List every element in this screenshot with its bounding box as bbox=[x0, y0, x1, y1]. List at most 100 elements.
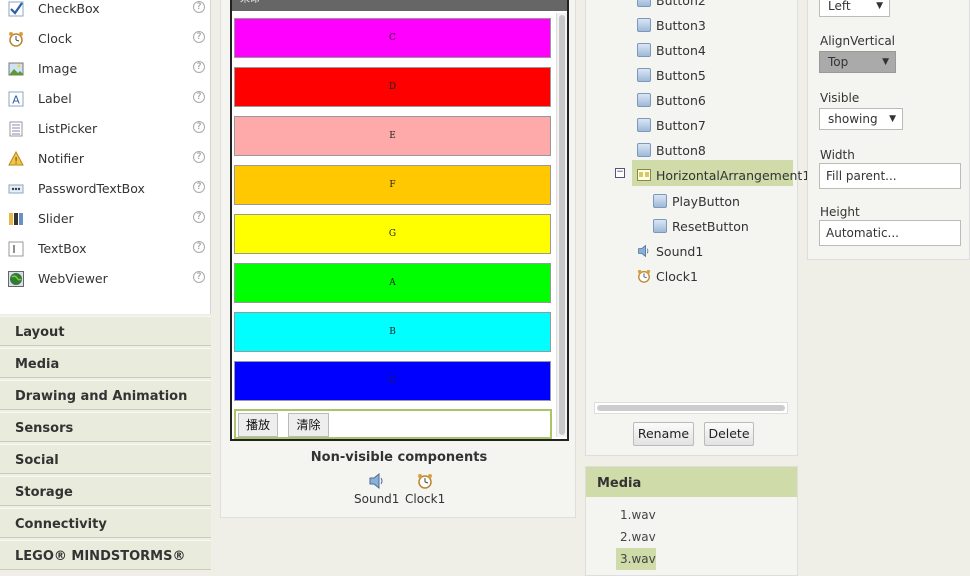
viewer-panel: 未命 C D E F G A B C 播放 清除 Non-visible com… bbox=[220, 0, 576, 518]
palette-item-label: WebViewer bbox=[38, 271, 108, 286]
category-drawing-animation[interactable]: Drawing and Animation bbox=[0, 380, 211, 410]
palette-item-textbox[interactable]: TextBox ? bbox=[0, 240, 211, 270]
button-icon bbox=[637, 93, 651, 107]
phone-screen: 未命 C D E F G A B C 播放 清除 bbox=[230, 0, 569, 441]
tree-item-label: Clock1 bbox=[656, 269, 698, 284]
help-icon[interactable]: ? bbox=[193, 181, 205, 193]
reset-button[interactable]: 清除 bbox=[288, 413, 329, 437]
nonvisible-sound1[interactable]: Sound1 bbox=[354, 472, 400, 506]
tree-item-label: Button5 bbox=[656, 68, 706, 83]
select-value: Left bbox=[828, 0, 851, 13]
category-sensors[interactable]: Sensors bbox=[0, 412, 211, 442]
clock-icon bbox=[418, 474, 433, 489]
help-icon[interactable]: ? bbox=[193, 91, 205, 103]
palette-item-notifier[interactable]: ! Notifier ? bbox=[0, 150, 211, 180]
note-button-7[interactable]: B bbox=[234, 312, 551, 352]
align-horizontal-select[interactable]: Left ▼ bbox=[819, 0, 890, 17]
palette-item-passwordtextbox[interactable]: PasswordTextBox ? bbox=[0, 180, 211, 210]
note-button-4[interactable]: F bbox=[234, 165, 551, 205]
tree-item-label: Sound1 bbox=[656, 244, 704, 259]
play-button[interactable]: 播放 bbox=[238, 413, 278, 437]
category-social[interactable]: Social bbox=[0, 444, 211, 474]
horizontal-arrangement-icon bbox=[637, 169, 651, 181]
media-title: Media bbox=[597, 476, 642, 491]
category-layout[interactable]: Layout bbox=[0, 316, 211, 346]
note-button-2[interactable]: D bbox=[234, 67, 551, 107]
help-icon[interactable]: ? bbox=[193, 31, 205, 43]
button-icon bbox=[637, 118, 651, 132]
note-button-5[interactable]: G bbox=[234, 214, 551, 254]
webviewer-icon bbox=[8, 271, 24, 287]
delete-button[interactable]: Delete bbox=[704, 422, 754, 446]
components-horizontal-scrollbar[interactable] bbox=[594, 402, 788, 414]
category-media[interactable]: Media bbox=[0, 348, 211, 378]
width-label: Width bbox=[820, 148, 855, 162]
phone-scrollbar[interactable] bbox=[556, 13, 567, 437]
help-icon[interactable]: ? bbox=[193, 121, 205, 133]
note-button-1[interactable]: C bbox=[234, 18, 551, 58]
dropdown-arrow-icon: ▼ bbox=[876, 1, 883, 11]
align-vertical-select[interactable]: Top ▼ bbox=[819, 51, 896, 73]
nonvisible-label: Sound1 bbox=[354, 492, 400, 506]
collapse-icon[interactable]: − bbox=[615, 168, 625, 178]
help-icon[interactable]: ? bbox=[193, 211, 205, 223]
palette-item-image[interactable]: Image ? bbox=[0, 60, 211, 90]
scrollbar-thumb[interactable] bbox=[597, 405, 785, 411]
palette-item-label: Slider bbox=[38, 211, 74, 226]
image-icon bbox=[8, 62, 24, 76]
align-vertical-label: AlignVertical bbox=[820, 34, 896, 48]
height-field[interactable]: Automatic... bbox=[819, 220, 961, 246]
nonvisible-label: Clock1 bbox=[405, 492, 446, 506]
help-icon[interactable]: ? bbox=[193, 61, 205, 73]
category-label: Drawing and Animation bbox=[15, 389, 188, 404]
horizontal-arrangement[interactable]: 播放 清除 bbox=[234, 409, 552, 439]
category-label: Sensors bbox=[15, 421, 74, 436]
help-icon[interactable]: ? bbox=[193, 1, 205, 13]
palette-item-slider[interactable]: Slider ? bbox=[0, 210, 211, 240]
visible-label: Visible bbox=[820, 91, 860, 105]
visible-select[interactable]: showing ▼ bbox=[819, 108, 903, 130]
help-icon[interactable]: ? bbox=[193, 271, 205, 283]
palette-item-label: TextBox bbox=[38, 241, 87, 256]
palette-item-webviewer[interactable]: WebViewer ? bbox=[0, 270, 211, 300]
palette-item-listpicker[interactable]: ListPicker ? bbox=[0, 120, 211, 150]
palette-item-label: ListPicker bbox=[38, 121, 98, 136]
category-label: Layout bbox=[15, 325, 65, 340]
help-icon[interactable]: ? bbox=[193, 241, 205, 253]
properties-panel: Left ▼ AlignVertical Top ▼ Visible showing… bbox=[807, 0, 970, 260]
help-icon[interactable]: ? bbox=[193, 151, 205, 163]
nonvisible-clock1[interactable]: Clock1 bbox=[405, 473, 445, 506]
checkbox-icon bbox=[8, 1, 24, 17]
palette-item-label: Image bbox=[38, 61, 78, 76]
slider-icon bbox=[9, 213, 23, 225]
palette-item-label-component[interactable]: A Label ? bbox=[0, 90, 211, 120]
palette-item-label: CheckBox bbox=[38, 1, 100, 16]
note-button-3[interactable]: E bbox=[234, 116, 551, 156]
tree-item-label: HorizontalArrangement1 bbox=[656, 168, 811, 183]
rename-button[interactable]: Rename bbox=[633, 422, 694, 446]
palette-item-clock[interactable]: Clock ? bbox=[0, 30, 211, 60]
media-file-2[interactable]: 2.wav bbox=[616, 526, 656, 548]
width-field[interactable]: Fill parent... bbox=[819, 163, 961, 189]
category-label: Social bbox=[15, 453, 59, 468]
svg-text:!: ! bbox=[14, 157, 18, 167]
tree-item-label: Button7 bbox=[656, 118, 706, 133]
category-storage[interactable]: Storage bbox=[0, 476, 211, 506]
scrollbar-thumb[interactable] bbox=[559, 15, 565, 435]
nonvisible-components-title: Non-visible components bbox=[310, 450, 488, 465]
select-value: Top bbox=[828, 55, 849, 69]
note-button-6[interactable]: A bbox=[234, 263, 551, 303]
category-label: Connectivity bbox=[15, 517, 107, 532]
password-icon bbox=[8, 184, 24, 194]
palette-panel: CheckBox ? Clock ? Image ? A Label ? Lis… bbox=[0, 0, 212, 576]
media-file-1[interactable]: 1.wav bbox=[616, 504, 656, 526]
note-button-8[interactable]: C bbox=[234, 361, 551, 401]
sound-icon bbox=[369, 472, 383, 490]
button-icon bbox=[653, 219, 667, 233]
category-lego-mindstorms[interactable]: LEGO® MINDSTORMS® bbox=[0, 540, 211, 570]
category-connectivity[interactable]: Connectivity bbox=[0, 508, 211, 538]
media-file-3[interactable]: 3.wav bbox=[616, 548, 656, 570]
select-value: showing bbox=[828, 112, 878, 126]
palette-item-checkbox[interactable]: CheckBox ? bbox=[0, 0, 211, 30]
button-icon bbox=[637, 0, 651, 7]
